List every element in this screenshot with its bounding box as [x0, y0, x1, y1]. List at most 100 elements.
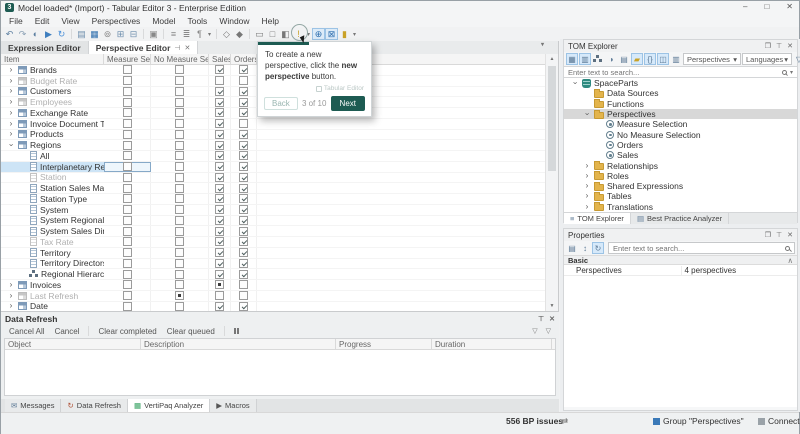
tab-vertipaq-analyzer[interactable]: ▦ VertiPaq Analyzer [127, 399, 211, 412]
tree-item-functions[interactable]: Functions [564, 99, 797, 109]
panel-maximize-icon[interactable]: ❐ [765, 42, 771, 50]
undo-button[interactable]: ↶ [3, 28, 16, 40]
new-table-button[interactable]: ⊟ [127, 28, 140, 40]
perspective-checkbox-measure-selection[interactable] [122, 108, 132, 118]
perspective-checkbox-measure-selection[interactable] [122, 301, 132, 311]
tab-perspective-editor[interactable]: Perspective Editor ⊣ ✕ [88, 41, 199, 54]
filter-icon[interactable]: ▽ [546, 327, 551, 335]
perspective-checkbox-measure-selection[interactable] [122, 65, 132, 75]
new-measure-button[interactable]: ▤ [75, 28, 88, 40]
perspective-checkbox-orders[interactable] [239, 291, 248, 301]
perspective-checkbox-no-measure-selection[interactable] [175, 194, 184, 204]
expander-icon[interactable]: › [7, 98, 15, 106]
perspective-checkbox-orders[interactable] [239, 76, 248, 86]
table-row[interactable]: › Products [1, 129, 545, 141]
expander-icon[interactable]: › [583, 161, 591, 170]
alphabetical-view-button[interactable]: ↕ [579, 242, 591, 254]
tree-item-measure-selection[interactable]: Measure Selection [564, 119, 797, 129]
expander-icon[interactable]: › [7, 130, 15, 138]
perspective-checkbox-no-measure-selection[interactable] [175, 129, 184, 139]
refresh-model-button[interactable]: ↻ [55, 28, 68, 40]
languages-dropdown[interactable]: Languages ▾ [742, 53, 792, 65]
column-header-object[interactable]: Object [5, 339, 141, 349]
property-value[interactable]: 4 perspectives [680, 265, 798, 275]
filter-icon[interactable]: ▽ [532, 327, 537, 335]
show-folders-toggle[interactable]: ▰ [631, 53, 643, 65]
show-perspectives-toggle[interactable]: ◫ [657, 53, 669, 65]
perspective-checkbox-no-measure-selection[interactable] [175, 248, 184, 258]
show-columns-toggle[interactable]: ▥ [579, 53, 591, 65]
perspective-checkbox-sales[interactable] [215, 140, 224, 150]
expander-icon[interactable]: › [583, 182, 591, 190]
expander-icon[interactable]: › [7, 291, 15, 300]
perspective-checkbox-no-measure-selection[interactable] [175, 151, 184, 161]
perspective-checkbox-measure-selection[interactable] [122, 258, 132, 268]
properties-search-input[interactable] [613, 243, 782, 253]
scroll-down-icon[interactable]: ▼ [546, 301, 558, 311]
format-options-dropdown-icon[interactable]: ▾ [208, 31, 211, 38]
expander-icon[interactable]: › [7, 108, 15, 117]
column-chooser-toggle[interactable]: ▥ [670, 53, 682, 65]
perspective-checkbox-no-measure-selection[interactable] [175, 162, 184, 172]
search-options-icon[interactable]: ▾ [790, 69, 793, 76]
perspective-checkbox-orders[interactable] [239, 151, 248, 161]
perspective-checkbox-sales[interactable] [215, 151, 224, 161]
perspective-checkbox-sales[interactable] [215, 108, 224, 118]
menu-window[interactable]: Window [213, 15, 255, 27]
property-row[interactable]: Perspectives 4 perspectives [564, 265, 797, 276]
show-expressions-toggle[interactable]: {} [644, 53, 656, 65]
dax-query-button[interactable]: ◧ [279, 28, 292, 40]
tree-item-sales[interactable]: Sales [564, 150, 797, 160]
perspective-checkbox-sales[interactable] [215, 237, 224, 247]
perspective-checkbox-sales[interactable] [215, 215, 224, 225]
perspective-checkbox-orders[interactable] [239, 129, 248, 139]
maximize-button[interactable]: □ [764, 2, 769, 11]
format-dax-button[interactable]: ≡ [167, 28, 180, 40]
table-row[interactable]: All [1, 151, 545, 162]
new-calculated-column-button[interactable]: ▦ [88, 28, 101, 40]
add-column-button[interactable]: ⊞ [114, 28, 127, 40]
perspective-checkbox-measure-selection[interactable] [122, 172, 132, 182]
perspective-checkbox-sales[interactable] [215, 97, 224, 107]
expander-icon[interactable]: › [583, 192, 591, 200]
perspective-checkbox-orders[interactable] [239, 280, 248, 290]
perspective-checkbox-no-measure-selection[interactable] [175, 65, 184, 75]
expander-icon[interactable]: › [583, 171, 591, 180]
perspective-checkbox-measure-selection[interactable] [122, 280, 132, 290]
perspective-checkbox-orders[interactable] [239, 86, 248, 96]
clear-completed-button[interactable]: Clear completed [94, 327, 160, 336]
perspective-checkbox-measure-selection[interactable] [122, 205, 132, 215]
pause-button[interactable] [233, 328, 240, 334]
perspective-checkbox-measure-selection[interactable] [122, 194, 132, 204]
perspective-checkbox-measure-selection[interactable] [122, 129, 132, 139]
column-header-measure-selection[interactable]: Measure Selection [104, 54, 151, 64]
perspective-checkbox-sales[interactable] [215, 183, 224, 193]
table-row[interactable]: Territory [1, 247, 545, 259]
perspective-checkbox-no-measure-selection[interactable] [175, 86, 184, 96]
perspective-checkbox-sales[interactable] [215, 76, 224, 86]
perspective-checkbox-no-measure-selection[interactable] [175, 76, 184, 86]
table-row[interactable]: Tax Rate [1, 237, 545, 248]
perspective-checkbox-measure-selection[interactable] [122, 215, 132, 225]
expander-icon[interactable]: › [7, 141, 16, 149]
menu-view[interactable]: View [55, 15, 85, 27]
table-row[interactable]: Regional Hierarchy [1, 269, 545, 280]
table-row[interactable]: Interplanetary Region [1, 161, 545, 173]
tab-best-practice-analyzer[interactable]: ▤ Best Practice Analyzer [631, 213, 730, 224]
table-row[interactable]: Station Type [1, 194, 545, 205]
perspective-checkbox-measure-selection[interactable] [122, 119, 132, 129]
perspective-checkbox-no-measure-selection[interactable] [175, 258, 184, 268]
column-header-orders[interactable]: Orders [231, 54, 257, 64]
perspective-checkbox-orders[interactable] [239, 248, 248, 258]
tree-item-no-measure-selection[interactable]: No Measure Selection [564, 129, 797, 140]
show-tables-toggle[interactable]: ▦ [566, 53, 578, 65]
refresh-properties-button[interactable]: ↻ [592, 242, 604, 254]
perspective-checkbox-no-measure-selection[interactable] [175, 119, 184, 129]
expander-icon[interactable]: › [571, 79, 580, 87]
copy-button[interactable]: ▣ [147, 28, 160, 40]
perspective-checkbox-measure-selection[interactable] [122, 248, 132, 258]
diagram-view-button[interactable]: ▭ [253, 28, 266, 40]
perspective-checkbox-sales[interactable] [215, 129, 224, 139]
job-queue-button[interactable]: ◇ [220, 28, 233, 40]
table-row[interactable]: › Last Refresh [1, 290, 545, 302]
